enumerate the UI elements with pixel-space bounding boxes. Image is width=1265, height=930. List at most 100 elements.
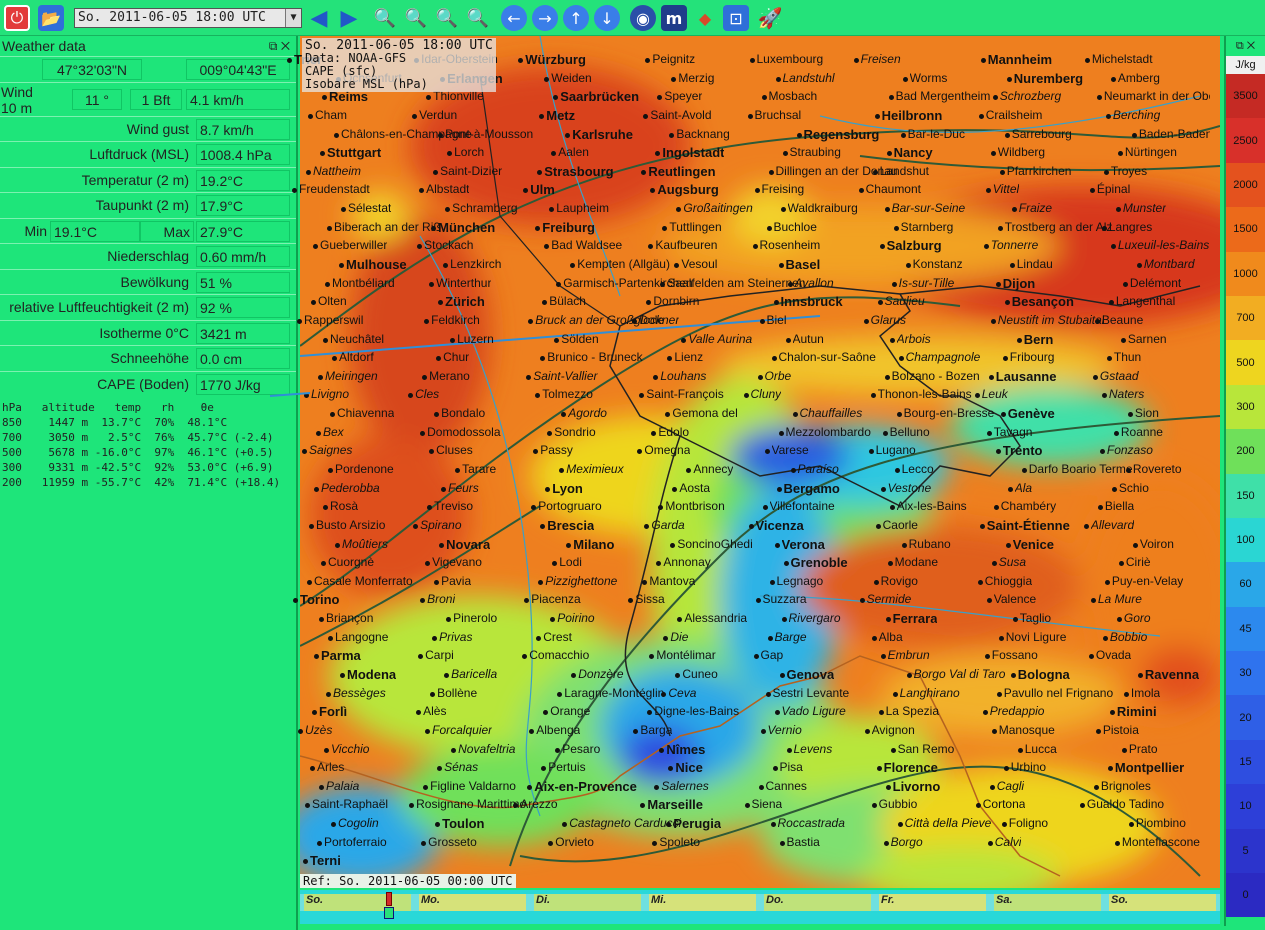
pan-up-icon[interactable]: ↑: [563, 5, 589, 31]
city-label: Neumarkt in der Oberpfalz: [1103, 89, 1210, 104]
meteogram-icon[interactable]: m: [661, 5, 687, 31]
city-dot: [766, 225, 772, 231]
city-dot: [997, 225, 1003, 231]
city-label: Florence: [883, 760, 938, 776]
city-label: Nice: [675, 760, 703, 776]
timeline-day[interactable]: So.: [1109, 894, 1216, 911]
city-label: Dornbirn: [653, 294, 700, 309]
zoom-region-icon[interactable]: 🔍: [434, 5, 460, 31]
city-label: Berching: [1112, 107, 1161, 122]
city-dot: [880, 486, 886, 492]
forward-arrow-icon[interactable]: ▶: [336, 5, 362, 31]
globe-icon[interactable]: ◉: [630, 5, 656, 31]
back-arrow-icon[interactable]: ◀: [306, 5, 332, 31]
city-label: Belluno: [889, 424, 930, 439]
rocket-icon[interactable]: 🚀: [757, 5, 783, 31]
city-label: Paraíso: [797, 462, 839, 476]
city-label: Glarus: [870, 312, 906, 327]
city-dot: [878, 710, 884, 716]
city-label: Cortona: [982, 797, 1026, 812]
city-label: Louhans: [660, 368, 707, 383]
pan-left-icon[interactable]: ←: [501, 5, 527, 31]
city-label: Puy-en-Velay: [1111, 573, 1184, 588]
city-label: Treviso: [434, 499, 474, 514]
zoom-out-icon[interactable]: 🔍: [403, 5, 429, 31]
open-folder-icon[interactable]: 📂: [38, 5, 64, 31]
legend-value: 60: [1239, 578, 1252, 591]
weather-data-panel: Weather data ⧉ ✕ 47°32'03"N 009°04'43"E …: [0, 36, 298, 930]
close-icon[interactable]: ✕: [1247, 40, 1255, 52]
city-label: Aalen: [558, 145, 589, 160]
timeline-day[interactable]: Do.: [764, 894, 871, 911]
city-dot: [287, 58, 292, 63]
float-icon[interactable]: ⧉: [269, 39, 278, 53]
city-label: Ulm: [530, 182, 555, 198]
legend-value: 45: [1239, 622, 1252, 635]
legend-value: 0: [1242, 889, 1249, 902]
city-label: Mulhouse: [346, 257, 407, 272]
city-label: Milano: [573, 536, 615, 552]
pan-right-icon[interactable]: →: [532, 5, 558, 31]
city-dot: [1005, 542, 1011, 548]
timeline-slider-handle[interactable]: [384, 907, 394, 919]
city-label: Bex: [323, 424, 344, 439]
city-dot: [891, 281, 897, 287]
city-label: Suzzara: [762, 592, 807, 607]
city-label: Heilbronn: [881, 107, 943, 123]
city-dot: [998, 635, 1004, 641]
station-icon[interactable]: ⊡: [723, 5, 749, 31]
city-label: Ingolstadt: [662, 145, 725, 161]
city-dot: [557, 691, 563, 697]
city-label: Landshut: [879, 163, 930, 178]
power-icon[interactable]: ⏻: [4, 5, 30, 31]
city-dot: [876, 766, 882, 772]
city-dot: [887, 561, 893, 567]
data-row-value: 17.9°C: [196, 195, 290, 216]
city-label: Würzburg: [525, 52, 586, 67]
city-dot: [429, 281, 435, 287]
timeline-day[interactable]: Sa.: [994, 894, 1101, 911]
city-dot: [1004, 132, 1010, 138]
city-label: Spirano: [420, 517, 462, 532]
zoom-in-icon[interactable]: 🔍: [372, 5, 398, 31]
city-dot: [554, 337, 560, 343]
legend-value: 1500: [1233, 223, 1258, 236]
city-label: Chauffailles: [799, 406, 863, 421]
city-dot: [1102, 635, 1108, 641]
timeline-day[interactable]: So.: [304, 894, 411, 911]
marker-icon[interactable]: ◆: [692, 5, 718, 31]
city-label: Neuchâtel: [330, 331, 385, 346]
city-dot: [1132, 542, 1138, 548]
city-label: Gueberwiller: [320, 238, 388, 253]
city-label: Winterthur: [436, 275, 492, 290]
chevron-down-icon[interactable]: ▼: [285, 9, 301, 27]
float-icon[interactable]: ⧉: [1236, 40, 1244, 52]
timeline-day[interactable]: Mo.: [419, 894, 526, 911]
timeline-day[interactable]: Mi.: [649, 894, 756, 911]
timeline-day[interactable]: Di.: [534, 894, 641, 911]
city-label: Forlì: [319, 704, 348, 720]
timeline-current-marker[interactable]: [386, 892, 392, 906]
city-label: Delémont: [1129, 275, 1182, 290]
timeline[interactable]: So. Mo. Di. Mi. Do. Fr. Sa. So.: [300, 890, 1220, 924]
close-icon[interactable]: ✕: [281, 39, 290, 53]
city-label: Briançon: [326, 611, 374, 626]
city-label: Modane: [894, 555, 938, 570]
city-dot: [893, 225, 899, 231]
city-dot: [883, 840, 889, 846]
city-dot: [782, 151, 788, 157]
zoom-reset-icon[interactable]: 🔍: [465, 5, 491, 31]
legend-swatch: 45: [1226, 606, 1265, 652]
city-dot: [1122, 281, 1128, 287]
city-label: Dijon: [1002, 275, 1036, 291]
sounding-row: 700 3050 m 2.5°C 76% 45.7°C (-2.4): [2, 431, 274, 444]
city-label: Gap: [760, 648, 784, 663]
timeline-day[interactable]: Fr.: [879, 894, 986, 911]
city-dot: [770, 822, 776, 828]
city-label: Mosbach: [768, 89, 818, 104]
city-label: Bad Waldsee: [551, 238, 623, 253]
city-label: Omegna: [644, 443, 691, 458]
pan-down-icon[interactable]: ↓: [594, 5, 620, 31]
date-select[interactable]: So. 2011-06-05 18:00 UTC ▼: [74, 8, 302, 28]
city-label: Cuorgnè: [328, 555, 375, 570]
